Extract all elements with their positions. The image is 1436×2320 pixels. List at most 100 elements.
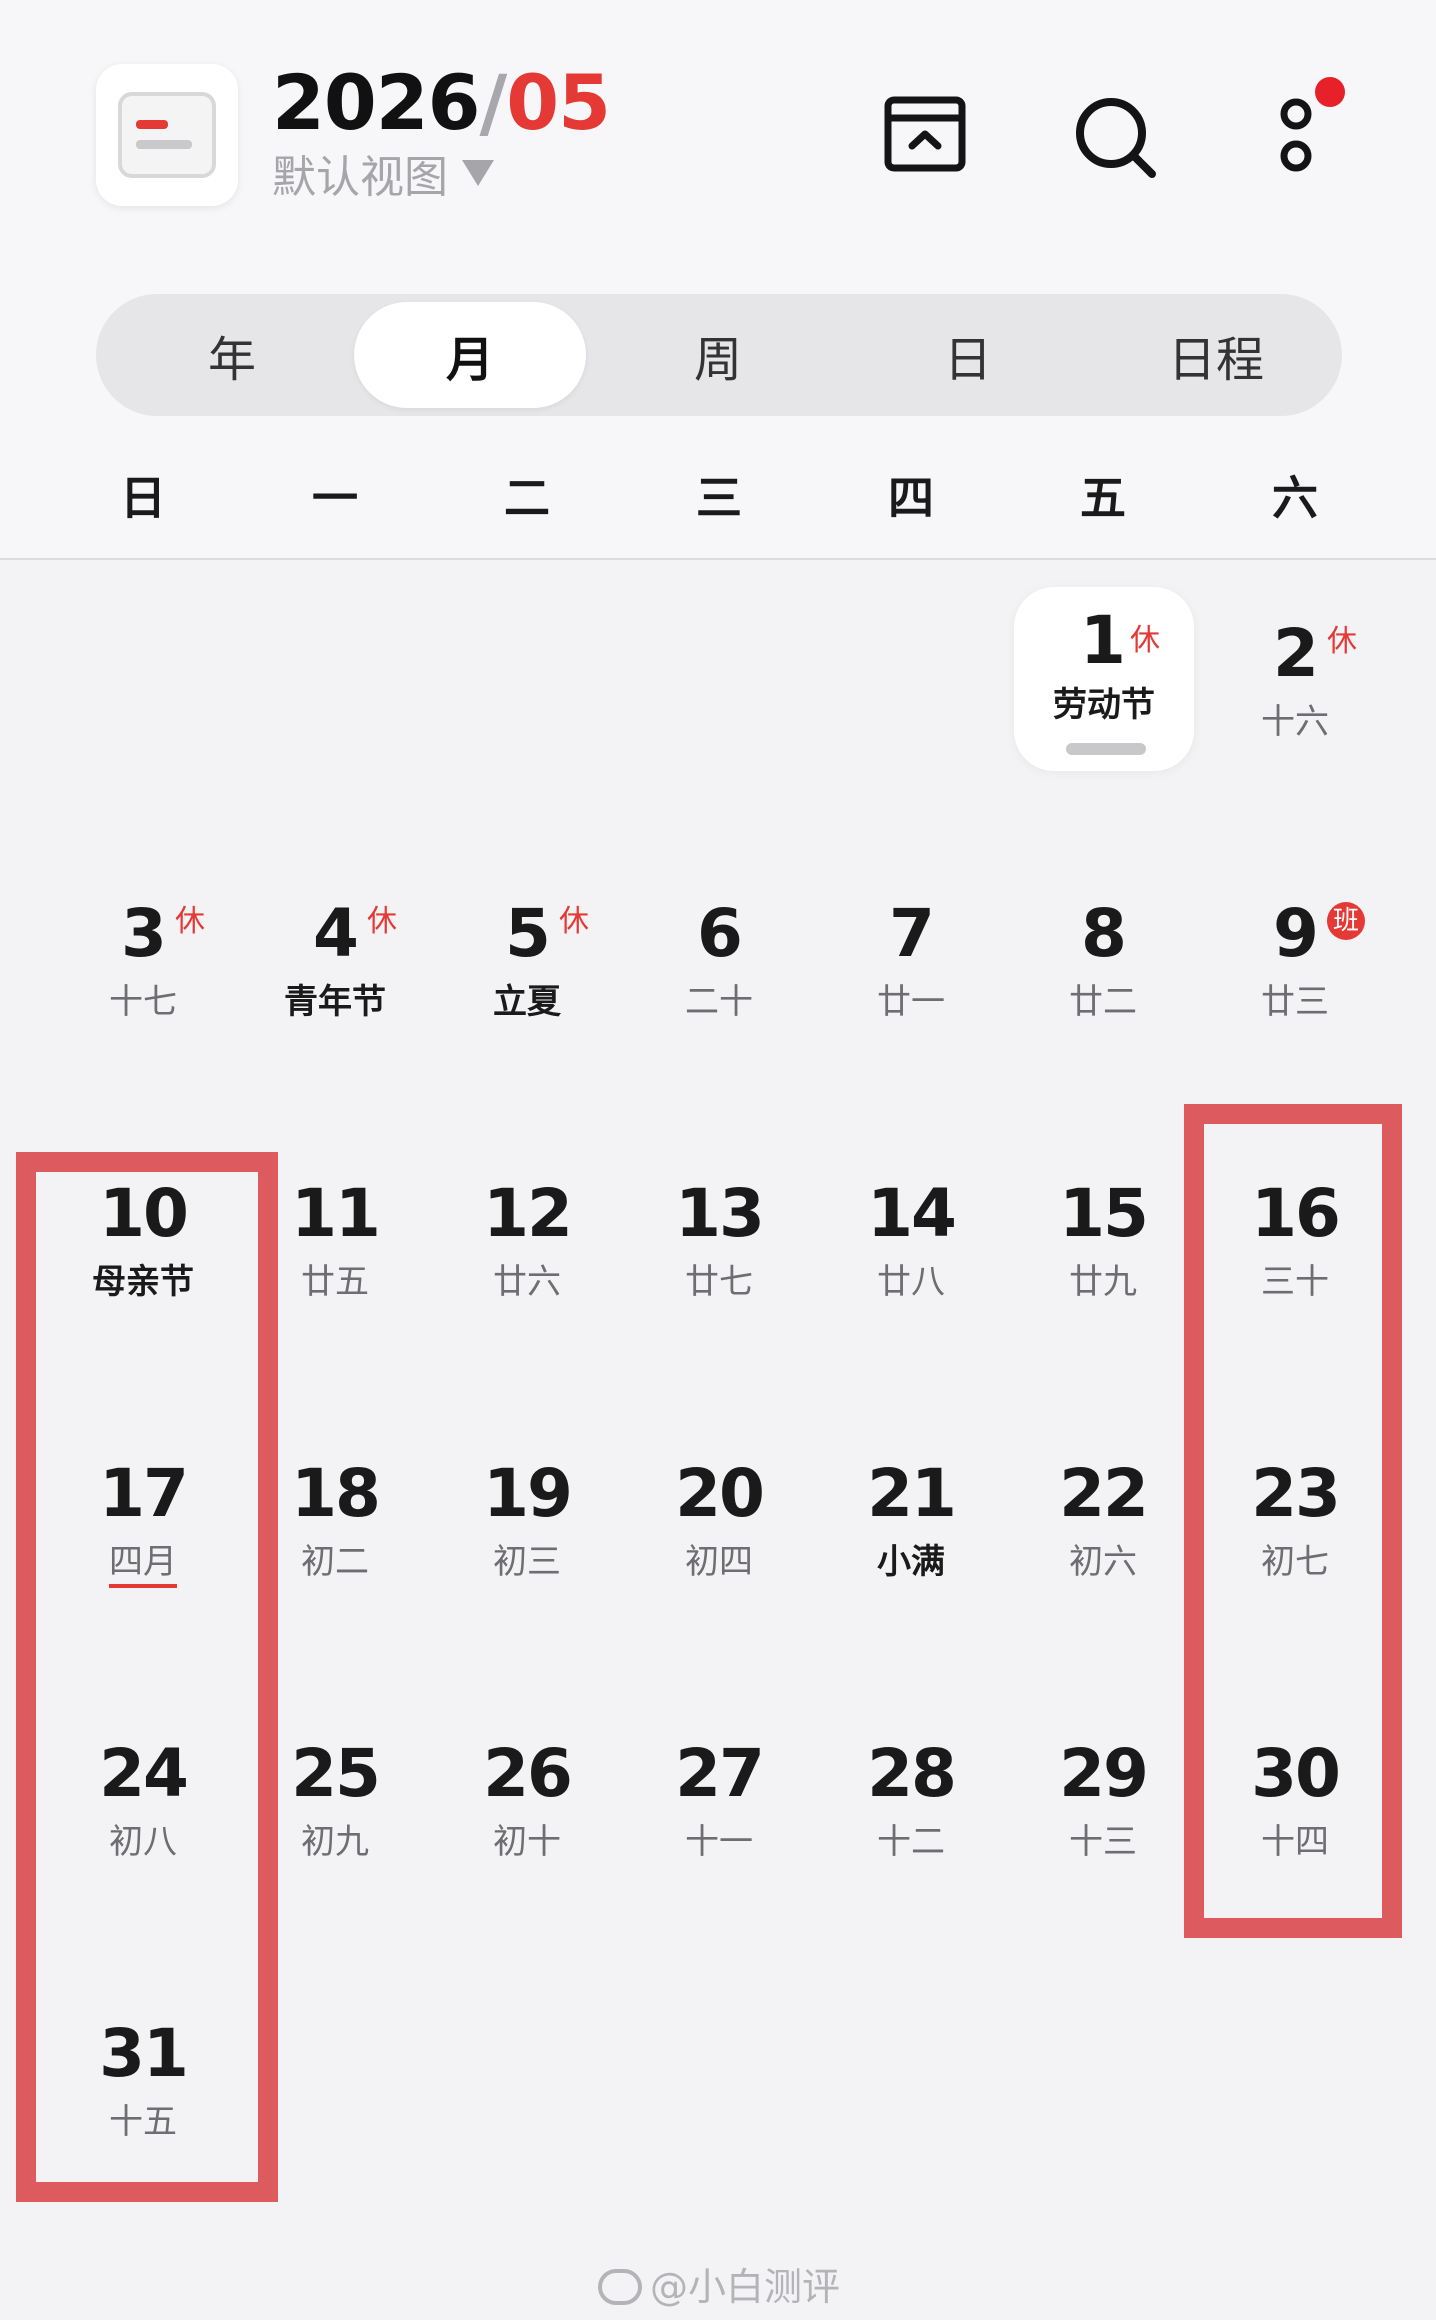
day-cell[interactable]: 9 班廿三: [1199, 862, 1391, 1062]
lunar-date: 初十: [431, 1820, 623, 1864]
day-cell[interactable]: 2 休十六: [1199, 582, 1391, 782]
lunar-date: 廿三: [1199, 980, 1391, 1024]
festival-label: 劳动节: [1014, 683, 1194, 727]
weekday-wed: 三: [696, 471, 742, 525]
day-number: 28: [867, 1735, 957, 1812]
day-subtext: 初四: [685, 1542, 753, 1582]
more-icon[interactable]: [1266, 66, 1346, 186]
notification-dot: [1315, 77, 1345, 107]
day-cell[interactable]: 3 休十七: [47, 862, 239, 1062]
day-subtext: 初十: [493, 1822, 561, 1862]
day-subtext: 初三: [493, 1542, 561, 1582]
day-subtext: 廿二: [1069, 982, 1137, 1022]
lunar-date: 十二: [815, 1820, 1007, 1864]
title-month: 05: [506, 58, 611, 147]
day-cell[interactable]: 15 廿九: [1007, 1142, 1199, 1342]
day-cell[interactable]: 5 休立夏: [431, 862, 623, 1062]
weekday-mon: 一: [312, 471, 358, 525]
weekday-thu: 四: [888, 471, 934, 525]
tab-schedule[interactable]: 日程: [1100, 302, 1332, 408]
lunar-date: 十七: [47, 980, 239, 1024]
festival-label: 青年节: [239, 980, 431, 1024]
day-number: 19: [483, 1455, 573, 1532]
lunar-date: 廿二: [1007, 980, 1199, 1024]
day-number: 20: [675, 1455, 765, 1532]
day-number: 13: [675, 1175, 765, 1252]
day-subtext: 廿三: [1261, 982, 1329, 1022]
day-subtext: 廿八: [877, 1262, 945, 1302]
watermark-text: @小白测评: [650, 2265, 841, 2309]
day-cell[interactable]: 22 初六: [1007, 1422, 1199, 1622]
day-number: 27: [675, 1735, 765, 1812]
day-cell[interactable]: 12 廿六: [431, 1142, 623, 1342]
day-number: 12: [483, 1175, 573, 1252]
lunar-date: 十一: [623, 1820, 815, 1864]
day-number: 22: [1059, 1455, 1149, 1532]
card-icon-line: [136, 140, 192, 149]
month-title[interactable]: 2026/05: [272, 58, 611, 148]
search-icon[interactable]: [1074, 96, 1158, 180]
app-header: 2026/05 默认视图 年 月 周 日 日程 日 一 二 三 四 五 六: [0, 0, 1436, 560]
view-selector[interactable]: 默认视图: [272, 150, 494, 206]
lunar-date: 二十: [623, 980, 815, 1024]
day-cell[interactable]: 19 初三: [431, 1422, 623, 1622]
lunar-date: 廿六: [431, 1260, 623, 1304]
inbox-icon[interactable]: [884, 96, 966, 172]
day-number: 26: [483, 1735, 573, 1812]
day-subtext: 廿九: [1069, 1262, 1137, 1302]
lunar-date: 十三: [1007, 1820, 1199, 1864]
day-number: 7: [889, 895, 935, 972]
holiday-rest-badge: 休: [559, 904, 589, 939]
day-cell[interactable]: 6 二十: [623, 862, 815, 1062]
day-cell[interactable]: 27 十一: [623, 1702, 815, 1902]
day-subtext: 二十: [685, 982, 753, 1022]
tab-day[interactable]: 日: [852, 302, 1084, 408]
day-subtext: 初六: [1069, 1542, 1137, 1582]
weekday-fri: 五: [1080, 471, 1126, 525]
day-cell[interactable]: 14 廿八: [815, 1142, 1007, 1342]
lunar-date: 初六: [1007, 1540, 1199, 1584]
day-cell[interactable]: 4 休青年节: [239, 862, 431, 1062]
day-subtext: 廿六: [493, 1262, 561, 1302]
weibo-icon: [598, 2269, 642, 2305]
day-cell-today[interactable]: 1 休劳动节: [1014, 587, 1194, 771]
view-tabs: 年 月 周 日 日程: [96, 294, 1342, 416]
day-cell[interactable]: 7 廿一: [815, 862, 1007, 1062]
lunar-date: 初四: [623, 1540, 815, 1584]
workday-badge: 班: [1327, 902, 1365, 940]
card-icon: [118, 92, 216, 178]
day-cell[interactable]: 8 廿二: [1007, 862, 1199, 1062]
day-cell[interactable]: 20 初四: [623, 1422, 815, 1622]
day-cell[interactable]: 29 十三: [1007, 1702, 1199, 1902]
day-number: 6: [697, 895, 743, 972]
holiday-rest-badge: 休: [1130, 623, 1160, 658]
day-number: 8: [1081, 895, 1127, 972]
day-cell[interactable]: 28 十二: [815, 1702, 1007, 1902]
day-subtext: 廿五: [301, 1262, 369, 1302]
caret-down-icon: [462, 160, 494, 186]
day-cell[interactable]: 13 廿七: [623, 1142, 815, 1342]
lunar-date: 十六: [1199, 700, 1391, 744]
weekday-header: 日 一 二 三 四 五 六: [0, 458, 1436, 538]
watermark: @小白测评: [598, 2262, 840, 2312]
day-subtext: 初九: [301, 1822, 369, 1862]
tab-year[interactable]: 年: [116, 302, 348, 408]
calendar-app-icon[interactable]: [96, 64, 238, 206]
weekday-tue: 二: [504, 471, 550, 525]
day-subtext: 小满: [877, 1542, 945, 1582]
saturday-highlight-box: [1184, 1104, 1402, 1938]
day-subtext: 廿一: [877, 982, 945, 1022]
day-subtext: 十六: [1261, 702, 1329, 742]
tab-week[interactable]: 周: [602, 302, 834, 408]
day-subtext: 初二: [301, 1542, 369, 1582]
day-number: 14: [867, 1175, 957, 1252]
title-year: 2026: [272, 58, 481, 147]
weekday-sat: 六: [1272, 471, 1318, 525]
festival-label: 立夏: [431, 980, 623, 1024]
tab-month[interactable]: 月: [354, 302, 586, 408]
day-subtext: 十一: [685, 1822, 753, 1862]
sunday-highlight-box: [16, 1152, 278, 2202]
day-cell[interactable]: 21 小满: [815, 1422, 1007, 1622]
day-cell[interactable]: 26 初十: [431, 1702, 623, 1902]
lunar-date: 廿七: [623, 1260, 815, 1304]
